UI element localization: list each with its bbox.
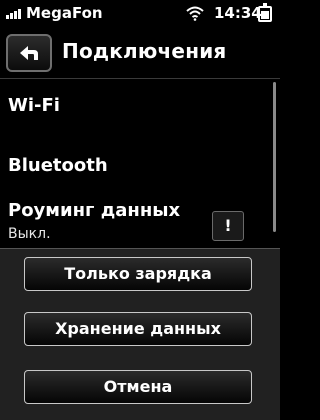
page-title: Подключения xyxy=(62,39,227,63)
scrollbar[interactable] xyxy=(273,82,276,232)
settings-item-label: Wi-Fi xyxy=(8,95,60,116)
clock: 14:34 xyxy=(214,4,262,22)
back-button[interactable] xyxy=(6,34,52,72)
carrier-name: MegaFon xyxy=(26,4,103,22)
settings-item-label: Bluetooth xyxy=(8,155,108,176)
charge-only-button[interactable]: Только зарядка xyxy=(24,257,252,291)
battery-icon xyxy=(258,3,272,22)
roaming-warning-button[interactable]: ! xyxy=(212,211,244,241)
mass-storage-button[interactable]: Хранение данных xyxy=(24,312,252,346)
cancel-button[interactable]: Отмена xyxy=(24,370,252,404)
signal-icon xyxy=(6,7,24,19)
status-bar: MegaFon 14:34 xyxy=(0,0,280,27)
screen-header: Подключения xyxy=(0,27,280,79)
back-arrow-icon xyxy=(20,46,38,60)
settings-item-status: Выкл. xyxy=(8,226,51,242)
wifi-icon xyxy=(186,5,204,21)
settings-item-label: Роуминг данных xyxy=(8,200,181,221)
usb-mode-dialog: Только зарядка Хранение данных Отмена xyxy=(0,248,280,420)
